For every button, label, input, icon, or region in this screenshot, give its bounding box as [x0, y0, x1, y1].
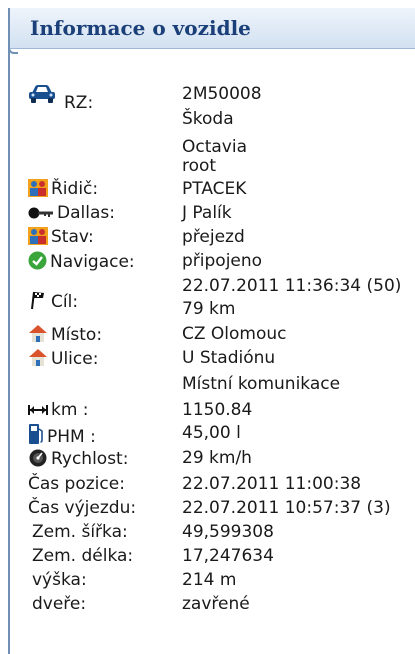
km-label: km :: [51, 400, 89, 420]
position-time-label: Čas pozice:: [28, 474, 125, 494]
car-icon: [28, 84, 56, 104]
speed-value: 29 km/h: [182, 448, 252, 468]
driver-icon: [28, 179, 48, 197]
place-value: CZ Olomouc: [182, 324, 287, 344]
latitude-value: 49,599308: [182, 522, 274, 542]
speedometer-icon: [28, 448, 48, 467]
panel-title: Informace o vozidle: [30, 16, 251, 40]
doors-label: dveře:: [32, 594, 87, 614]
distance-icon: [28, 404, 48, 416]
street-value: U Stadiónu: [182, 348, 276, 368]
user-value: root: [182, 156, 217, 176]
position-time-value: 22.07.2011 11:00:38: [182, 474, 362, 494]
house-icon: [28, 348, 48, 367]
state-label: Stav:: [51, 227, 94, 247]
street-type: Místní komunikace: [182, 374, 341, 394]
doors-value: zavřené: [182, 594, 250, 614]
rz-label: RZ:: [64, 93, 94, 113]
target-distance: 79 km: [182, 299, 236, 319]
panel-header: Informace o vozidle: [10, 8, 415, 49]
departure-time-value: 22.07.2011 10:57:37 (3): [182, 498, 391, 518]
driver-label: Řidič:: [51, 179, 99, 199]
dallas-label: Dallas:: [57, 203, 115, 223]
place-label: Místo:: [51, 325, 103, 345]
model-value: Octavia: [182, 137, 248, 157]
longitude-value: 17,247634: [182, 546, 274, 566]
flag-icon: [28, 290, 48, 310]
fuel-label: PHM :: [47, 427, 96, 447]
state-value: přejezd: [182, 227, 245, 247]
longitude-label: Zem. délka:: [32, 546, 134, 566]
km-value: 1150.84: [182, 400, 253, 420]
street-label: Ulice:: [51, 349, 99, 369]
house-icon: [28, 324, 48, 343]
navigation-value: připojeno: [182, 251, 263, 271]
altitude-label: výška:: [32, 570, 87, 590]
fuel-value: 45,00 l: [182, 423, 241, 443]
brand-value: Škoda: [182, 109, 234, 129]
latitude-label: Zem. šířka:: [32, 522, 128, 542]
check-icon: [28, 251, 47, 270]
target-time: 22.07.2011 11:36:34 (50): [182, 276, 402, 296]
altitude-value: 214 m: [182, 570, 237, 590]
departure-time-label: Čas výjezdu:: [28, 498, 137, 518]
rz-value: 2M50008: [182, 84, 262, 104]
panel-tab-edge: [8, 46, 18, 54]
target-label: Cíl:: [51, 292, 79, 312]
navigation-label: Navigace:: [50, 252, 135, 272]
speed-label: Rychlost:: [51, 449, 129, 469]
state-icon: [28, 227, 48, 245]
dallas-value: J Palík: [182, 203, 232, 223]
driver-value: PTACEK: [182, 179, 247, 199]
vehicle-info-panel: Informace o vozidle RZ: 2M50008 Škoda Oc: [8, 8, 415, 654]
fuel-pump-icon: [28, 423, 44, 445]
key-icon: [28, 207, 54, 219]
